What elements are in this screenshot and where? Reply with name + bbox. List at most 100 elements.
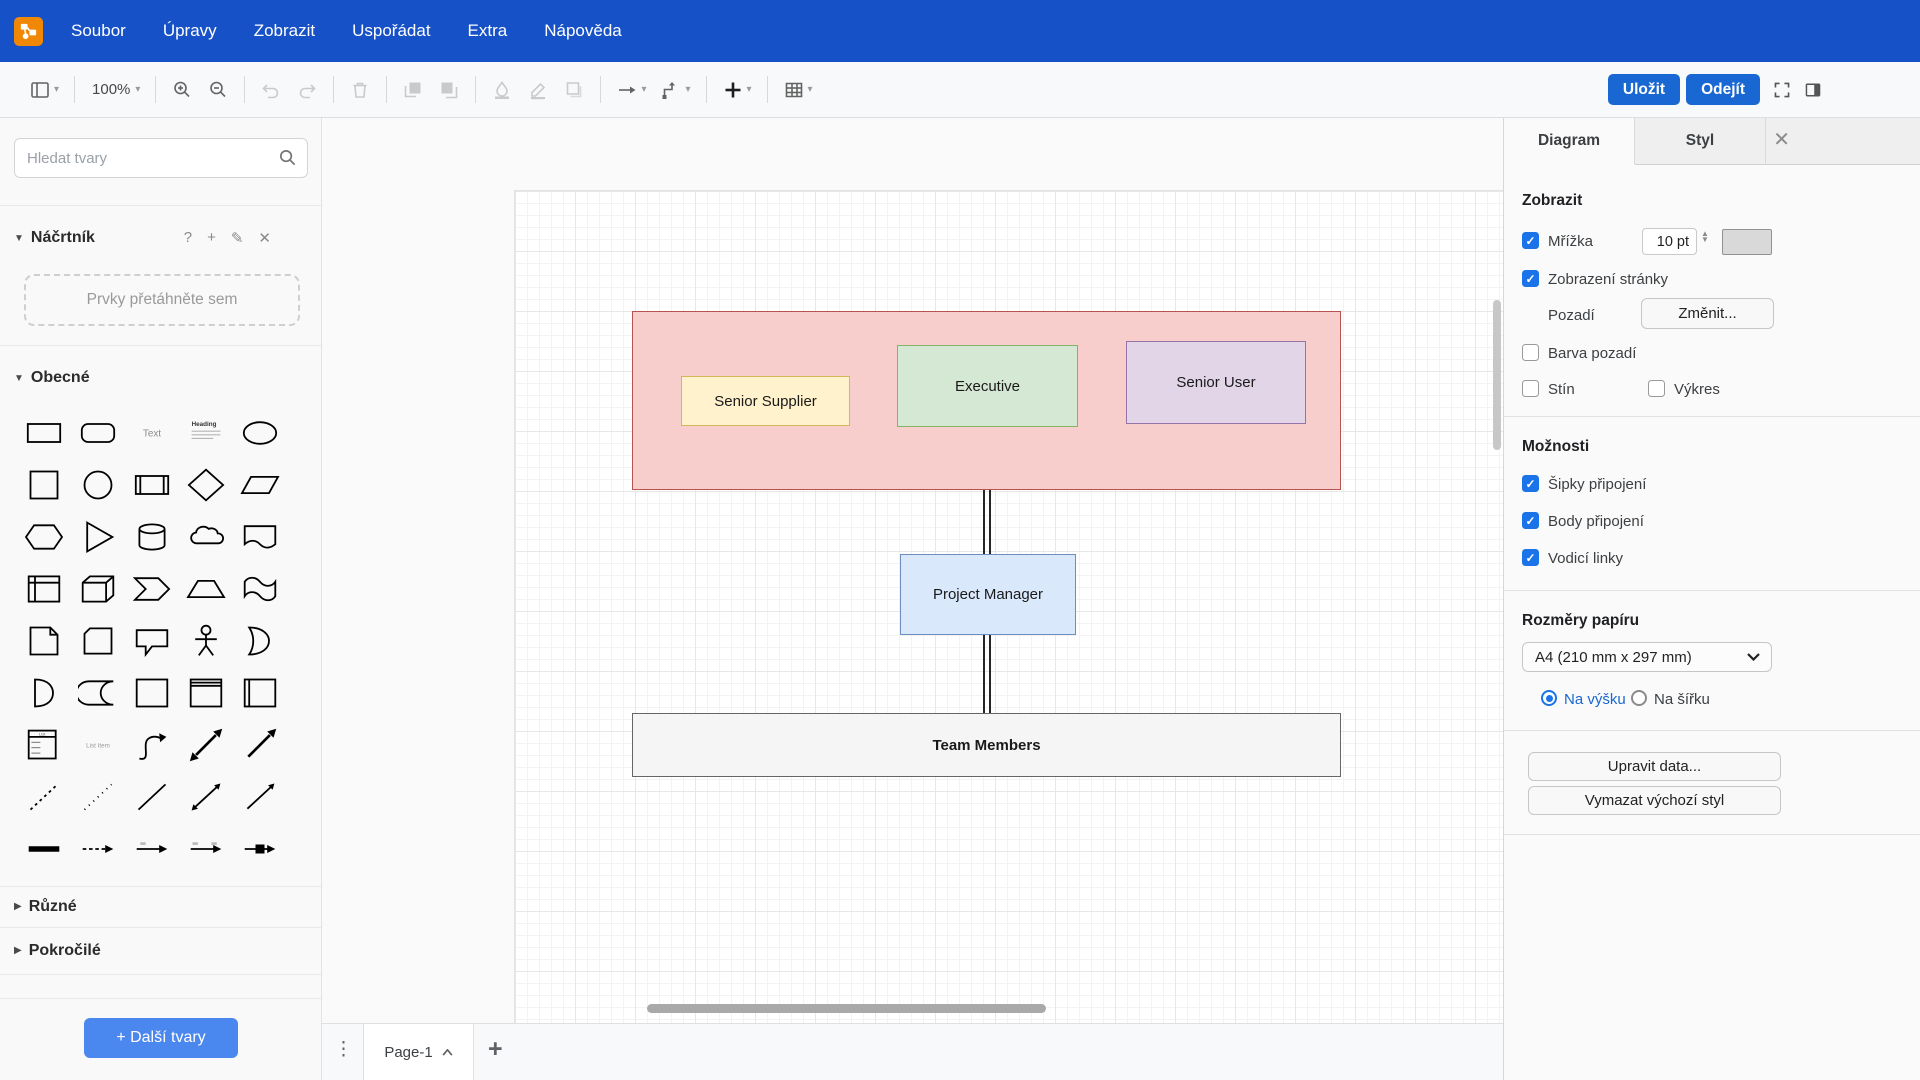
grid-size-input[interactable] [1642,228,1697,255]
option-checkbox[interactable]: ✓ [1522,549,1539,566]
arrow-shape-icon[interactable] [233,719,287,771]
arrow-two-labels-shape-icon[interactable] [179,823,233,875]
step-shape-icon[interactable] [125,563,179,615]
menu-item[interactable]: Extra [468,21,508,41]
pages-menu-icon[interactable]: ⋮ [334,1038,353,1061]
process-shape-icon[interactable] [125,459,179,511]
zoom-level[interactable]: 100%▾ [85,77,145,102]
landscape-radio[interactable] [1631,690,1647,706]
search-shapes-input[interactable] [14,138,308,178]
menu-item[interactable]: Nápověda [544,21,622,41]
menu-item[interactable]: Zobrazit [254,21,315,41]
connection-arrow-icon[interactable]: ▾ [611,75,651,105]
insert-icon[interactable]: ▾ [717,75,757,105]
grid-color-swatch[interactable] [1722,229,1772,255]
edit-data-button[interactable]: Upravit data... [1528,752,1781,781]
tab-styl[interactable]: Styl [1635,118,1766,165]
dashed-line-shape-icon[interactable] [17,771,71,823]
page-view-icon[interactable]: ▾ [24,75,64,105]
internal-storage-shape-icon[interactable] [17,563,71,615]
node-team-members[interactable]: Team Members [632,713,1341,777]
circle-shape-icon[interactable] [71,459,125,511]
add-page-icon[interactable]: + [488,1035,503,1064]
edit-icon[interactable]: ✎ [231,229,244,247]
dotted-line-shape-icon[interactable] [71,771,125,823]
clear-default-style-button[interactable]: Vymazat výchozí styl [1528,786,1781,815]
save-button[interactable]: Uložit [1608,74,1680,105]
page-view-checkbox[interactable]: ✓ [1522,270,1539,287]
edge-board-to-manager[interactable] [983,490,991,554]
portrait-radio[interactable] [1541,690,1557,706]
grid-checkbox[interactable]: ✓ [1522,232,1539,249]
link-shape-icon[interactable] [17,823,71,875]
card-shape-icon[interactable] [71,615,125,667]
connector-shape-icon[interactable] [233,823,287,875]
node-senior-user[interactable]: Senior User [1126,341,1306,424]
bidirectional-connector-shape-icon[interactable] [179,771,233,823]
section-general-header[interactable]: ▼ Obecné [0,358,321,398]
note-shape-icon[interactable] [17,615,71,667]
container-shape-icon[interactable] [125,667,179,719]
change-background-button[interactable]: Změnit... [1641,298,1774,329]
tab-diagram[interactable]: Diagram [1504,118,1635,165]
cylinder-shape-icon[interactable] [125,511,179,563]
menu-item[interactable]: Uspořádat [352,21,430,41]
arrow-label-shape-icon[interactable] [125,823,179,875]
rectangle-shape-icon[interactable] [17,407,71,459]
parallelogram-shape-icon[interactable] [233,459,287,511]
triangle-shape-icon[interactable] [71,511,125,563]
format-panel-toggle-icon[interactable] [1804,81,1822,99]
node-senior-supplier[interactable]: Senior Supplier [681,376,850,426]
shadow-checkbox[interactable] [1522,380,1539,397]
directional-connector-shape-icon[interactable] [233,771,287,823]
panel-close-icon[interactable]: ✕ [1773,130,1790,150]
vertical-scrollbar[interactable] [1493,300,1501,450]
section-misc-header[interactable]: ▶ Různé [0,886,321,927]
scratchpad-drop-area[interactable]: Prvky přetáhněte sem [24,274,300,326]
paper-size-select[interactable]: A4 (210 mm x 297 mm) [1522,642,1772,672]
diamond-shape-icon[interactable] [179,459,233,511]
help-icon[interactable]: ? [184,229,192,247]
node-executive[interactable]: Executive [897,345,1078,427]
horizontal-scrollbar[interactable] [647,1004,1046,1013]
waypoints-icon[interactable]: ▾ [655,75,695,105]
menu-item[interactable]: Soubor [71,21,126,41]
ellipse-shape-icon[interactable] [233,407,287,459]
grid-size-stepper[interactable]: ▲▼ [1701,231,1709,244]
sketch-checkbox[interactable] [1648,380,1665,397]
document-shape-icon[interactable] [233,511,287,563]
arrow-dashed-shape-icon[interactable] [71,823,125,875]
search-icon[interactable] [278,148,297,172]
hexagon-shape-icon[interactable] [17,511,71,563]
table-icon[interactable]: ▾ [778,75,818,105]
scratchpad-section-header[interactable]: ▼ Náčrtník ? + ✎ ✕ [0,220,321,256]
option-checkbox[interactable]: ✓ [1522,512,1539,529]
cube-shape-icon[interactable] [71,563,125,615]
vertical-container-shape-icon[interactable] [233,667,287,719]
data-storage-shape-icon[interactable] [71,667,125,719]
zoom-in-icon[interactable] [166,75,198,105]
fullscreen-icon[interactable] [1773,81,1791,99]
list-shape-icon[interactable]: List [17,719,71,771]
text-shape-icon[interactable]: Text [125,407,179,459]
node-project-manager[interactable]: Project Manager [900,554,1076,635]
square-shape-icon[interactable] [17,459,71,511]
edge-manager-to-team[interactable] [983,635,991,713]
frame-shape-icon[interactable] [179,667,233,719]
trapezoid-shape-icon[interactable] [179,563,233,615]
bg-color-checkbox[interactable] [1522,344,1539,361]
cloud-shape-icon[interactable] [179,511,233,563]
zoom-out-icon[interactable] [202,75,234,105]
option-checkbox[interactable]: ✓ [1522,475,1539,492]
bidirectional-arrow-shape-icon[interactable] [179,719,233,771]
drawio-logo-icon[interactable] [14,17,43,46]
and-shape-icon[interactable] [17,667,71,719]
exit-button[interactable]: Odejít [1686,74,1760,105]
rounded-rectangle-shape-icon[interactable] [71,407,125,459]
close-icon[interactable]: ✕ [258,229,271,247]
page-tab[interactable]: Page-1 [363,1024,474,1080]
or-shape-icon[interactable] [233,615,287,667]
heading-shape-icon[interactable]: Heading [179,407,233,459]
actor-shape-icon[interactable] [179,615,233,667]
tape-shape-icon[interactable] [233,563,287,615]
